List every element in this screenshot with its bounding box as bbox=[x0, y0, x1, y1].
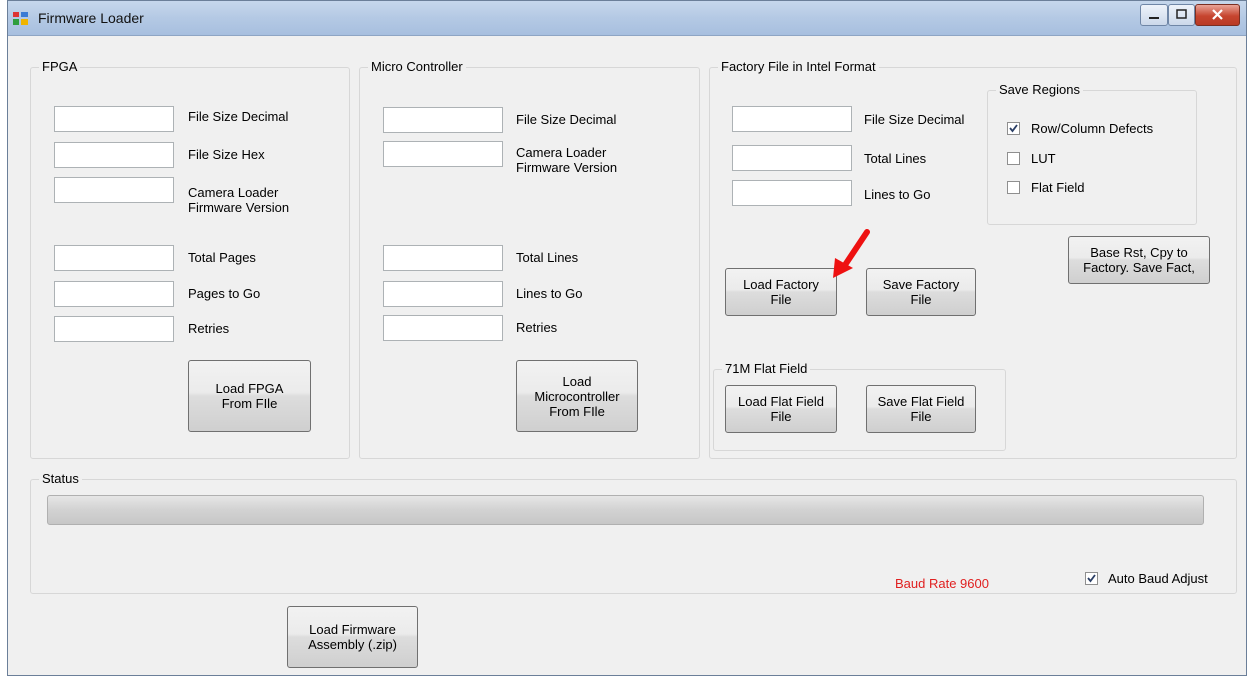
app-icon bbox=[13, 12, 28, 25]
flat-field-71m-legend: 71M Flat Field bbox=[722, 361, 811, 376]
save-regions-legend: Save Regions bbox=[996, 82, 1083, 97]
micro-camera-loader-fw-label: Camera Loader Firmware Version bbox=[516, 145, 618, 175]
load-factory-file-button[interactable]: Load Factory File bbox=[725, 268, 837, 316]
load-fpga-button[interactable]: Load FPGA From FIle bbox=[188, 360, 311, 432]
micro-controller-legend: Micro Controller bbox=[368, 59, 466, 74]
fpga-camera-loader-fw-field[interactable] bbox=[54, 177, 174, 203]
minimize-icon bbox=[1149, 17, 1159, 19]
factory-file-legend: Factory File in Intel Format bbox=[718, 59, 879, 74]
fpga-pages-to-go-field[interactable] bbox=[54, 281, 174, 307]
micro-camera-loader-fw-field[interactable] bbox=[383, 141, 503, 167]
fpga-file-size-hex-field[interactable] bbox=[54, 142, 174, 168]
fpga-total-pages-label: Total Pages bbox=[188, 250, 256, 265]
lut-label: LUT bbox=[1031, 151, 1056, 166]
factory-lines-to-go-label: Lines to Go bbox=[864, 187, 931, 202]
window-title: Firmware Loader bbox=[38, 10, 144, 26]
close-icon bbox=[1212, 9, 1223, 20]
flat-field-label: Flat Field bbox=[1031, 180, 1085, 195]
micro-file-size-decimal-label: File Size Decimal bbox=[516, 112, 617, 127]
load-flat-field-button[interactable]: Load Flat Field File bbox=[725, 385, 837, 433]
factory-total-lines-field[interactable] bbox=[732, 145, 852, 171]
status-legend: Status bbox=[39, 471, 82, 486]
checkmark-icon bbox=[1087, 574, 1096, 583]
micro-lines-to-go-label: Lines to Go bbox=[516, 286, 583, 301]
factory-file-size-decimal-label: File Size Decimal bbox=[864, 112, 965, 127]
save-factory-file-button[interactable]: Save Factory File bbox=[866, 268, 976, 316]
auto-baud-adjust-checkbox[interactable] bbox=[1085, 572, 1098, 585]
red-arrow-icon bbox=[833, 229, 870, 278]
title-bar: Firmware Loader bbox=[8, 1, 1246, 36]
micro-total-lines-label: Total Lines bbox=[516, 250, 579, 265]
row-column-defects-label: Row/Column Defects bbox=[1031, 121, 1154, 136]
baud-rate-label: Baud Rate 9600 bbox=[895, 576, 989, 591]
lut-checkbox[interactable] bbox=[1007, 152, 1020, 165]
maximize-icon bbox=[1176, 9, 1187, 19]
fpga-retries-label: Retries bbox=[188, 321, 230, 336]
auto-baud-adjust-label: Auto Baud Adjust bbox=[1108, 571, 1208, 586]
factory-lines-to-go-field[interactable] bbox=[732, 180, 852, 206]
minimize-button[interactable] bbox=[1140, 4, 1168, 26]
checkmark-icon bbox=[1009, 124, 1018, 133]
micro-retries-label: Retries bbox=[516, 320, 558, 335]
fpga-file-size-decimal-field[interactable] bbox=[54, 106, 174, 132]
load-firmware-assembly-button[interactable]: Load Firmware Assembly (.zip) bbox=[287, 606, 418, 668]
flat-field-checkbox[interactable] bbox=[1007, 181, 1020, 194]
fpga-file-size-decimal-label: File Size Decimal bbox=[188, 109, 289, 124]
fpga-file-size-hex-label: File Size Hex bbox=[188, 147, 265, 162]
micro-total-lines-field[interactable] bbox=[383, 245, 503, 271]
fpga-total-pages-field[interactable] bbox=[54, 245, 174, 271]
maximize-button[interactable] bbox=[1168, 4, 1195, 26]
status-progress-bar bbox=[47, 495, 1204, 525]
factory-total-lines-label: Total Lines bbox=[864, 151, 927, 166]
row-column-defects-checkbox[interactable] bbox=[1007, 122, 1020, 135]
fpga-legend: FPGA bbox=[39, 59, 81, 74]
save-flat-field-button[interactable]: Save Flat Field File bbox=[866, 385, 976, 433]
fpga-retries-field[interactable] bbox=[54, 316, 174, 342]
micro-lines-to-go-field[interactable] bbox=[383, 281, 503, 307]
load-microcontroller-button[interactable]: Load Microcontroller From FIle bbox=[516, 360, 638, 432]
fpga-pages-to-go-label: Pages to Go bbox=[188, 286, 261, 301]
base-reset-copy-factory-button[interactable]: Base Rst, Cpy to Factory. Save Fact, bbox=[1068, 236, 1210, 284]
micro-file-size-decimal-field[interactable] bbox=[383, 107, 503, 133]
factory-file-size-decimal-field[interactable] bbox=[732, 106, 852, 132]
close-button[interactable] bbox=[1195, 4, 1240, 26]
fpga-camera-loader-fw-label: Camera Loader Firmware Version bbox=[188, 185, 290, 215]
micro-retries-field[interactable] bbox=[383, 315, 503, 341]
